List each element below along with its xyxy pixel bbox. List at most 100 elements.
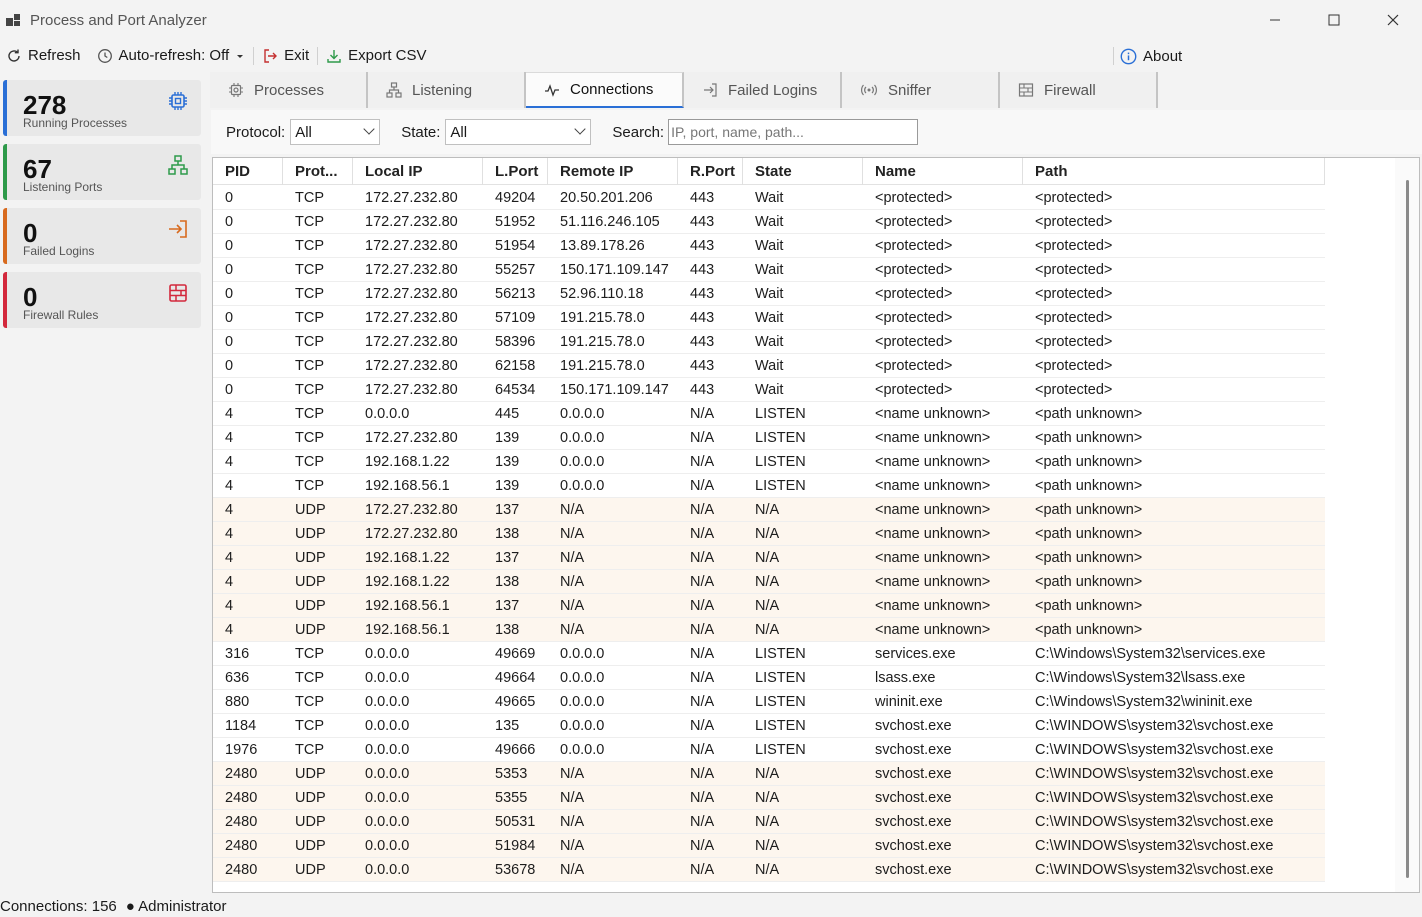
table-cell: 0.0.0.0: [365, 405, 410, 422]
close-button[interactable]: [1363, 0, 1422, 40]
refresh-button[interactable]: Refresh: [0, 42, 87, 70]
minimize-button[interactable]: [1245, 0, 1304, 40]
table-cell: <protected>: [875, 333, 953, 350]
table-cell: N/A: [690, 813, 715, 830]
table-row[interactable]: 2480 UDP 0.0.0.0 5355 N/A N/A N/A svchost.exe C:…: [213, 786, 1325, 810]
table-row[interactable]: 0 TCP 172.27.232.80 51952 51.116.246.105 443 W…: [213, 210, 1325, 234]
search-input[interactable]: [668, 119, 919, 145]
auto-refresh-dropdown[interactable]: Auto-refresh: Off: [91, 42, 252, 70]
table-row[interactable]: 4 TCP 192.168.56.1 139 0.0.0.0 N/A LISTEN <name…: [213, 474, 1325, 498]
protocol-select[interactable]: All: [290, 119, 381, 145]
table-cell: N/A: [690, 837, 715, 854]
export-csv-button[interactable]: Export CSV: [320, 42, 432, 70]
table-row[interactable]: 2480 UDP 0.0.0.0 53678 N/A N/A N/A svchost.exe C…: [213, 858, 1325, 882]
tab-sniffer[interactable]: Sniffer: [842, 72, 1000, 108]
table-cell: 172.27.232.80: [365, 357, 458, 374]
table-cell: 49204: [495, 189, 536, 206]
tab-firewall[interactable]: Firewall: [1000, 72, 1158, 108]
table-cell: N/A: [690, 645, 715, 662]
table-cell: 443: [690, 309, 715, 326]
column-header[interactable]: Name: [863, 158, 1023, 185]
column-header[interactable]: State: [743, 158, 863, 185]
table-cell: 0: [225, 333, 234, 350]
table-row[interactable]: 0 TCP 172.27.232.80 57109 191.215.78.0 443 Wai…: [213, 306, 1325, 330]
table-cell: LISTEN: [755, 405, 806, 422]
table-cell: C:\WINDOWS\system32\svchost.exe: [1035, 789, 1274, 806]
chevron-down-icon: [574, 123, 587, 135]
table-row[interactable]: 4 UDP 192.168.56.1 137 N/A N/A N/A <name unknow…: [213, 594, 1325, 618]
table-row[interactable]: 0 TCP 172.27.232.80 55257 150.171.109.147 443…: [213, 258, 1325, 282]
tab-processes[interactable]: Processes: [210, 72, 368, 108]
column-header[interactable]: R.Port: [678, 158, 743, 185]
table-row[interactable]: 1184 TCP 0.0.0.0 135 0.0.0.0 N/A LISTEN svchost…: [213, 714, 1325, 738]
table-cell: TCP: [295, 237, 324, 254]
table-row[interactable]: 316 TCP 0.0.0.0 49669 0.0.0.0 N/A LISTEN servic…: [213, 642, 1325, 666]
table-cell: 49669: [495, 645, 536, 662]
table-row[interactable]: 1976 TCP 0.0.0.0 49666 0.0.0.0 N/A LISTEN svcho…: [213, 738, 1325, 762]
table-cell: 4: [225, 477, 234, 494]
table-row[interactable]: 0 TCP 172.27.232.80 51954 13.89.178.26 443 Wai…: [213, 234, 1325, 258]
table-row[interactable]: 880 TCP 0.0.0.0 49665 0.0.0.0 N/A LISTEN winini…: [213, 690, 1325, 714]
table-row[interactable]: 2480 UDP 0.0.0.0 51984 N/A N/A N/A svchost.exe C…: [213, 834, 1325, 858]
tab-listening[interactable]: Listening: [368, 72, 526, 108]
vertical-scrollbar[interactable]: [1395, 158, 1419, 892]
table-cell: UDP: [295, 573, 326, 590]
table-row[interactable]: 0 TCP 172.27.232.80 64534 150.171.109.147 443…: [213, 378, 1325, 402]
table-cell: 191.215.78.0: [560, 357, 645, 374]
about-button[interactable]: About: [1114, 42, 1188, 70]
table-cell: N/A: [690, 741, 715, 758]
table-row[interactable]: 4 UDP 172.27.232.80 138 N/A N/A N/A <name unkno…: [213, 522, 1325, 546]
table-row[interactable]: 4 TCP 172.27.232.80 139 0.0.0.0 N/A LISTEN <nam…: [213, 426, 1325, 450]
table-cell: 172.27.232.80: [365, 501, 458, 518]
table-row[interactable]: 4 TCP 192.168.1.22 139 0.0.0.0 N/A LISTEN <name…: [213, 450, 1325, 474]
filter-bar: Protocol: All State: All Search:: [211, 110, 1422, 154]
table-cell: 443: [690, 357, 715, 374]
column-header[interactable]: Local IP: [353, 158, 483, 185]
table-cell: 443: [690, 381, 715, 398]
table-cell: N/A: [690, 549, 715, 566]
table-row[interactable]: 636 TCP 0.0.0.0 49664 0.0.0.0 N/A LISTEN lsass.…: [213, 666, 1325, 690]
column-header[interactable]: Path: [1023, 158, 1325, 185]
table-cell: <protected>: [875, 213, 953, 230]
tab-failed-logins[interactable]: Failed Logins: [684, 72, 842, 108]
table-cell: LISTEN: [755, 693, 806, 710]
table-cell: 4: [225, 525, 234, 542]
table-row[interactable]: 2480 UDP 0.0.0.0 50531 N/A N/A N/A svchost.exe C…: [213, 810, 1325, 834]
table-cell: 2480: [225, 837, 258, 854]
table-cell: N/A: [560, 837, 585, 854]
column-header[interactable]: Prot...: [283, 158, 353, 185]
maximize-button[interactable]: [1304, 0, 1363, 40]
table-cell: N/A: [560, 813, 585, 830]
table-cell: 138: [495, 525, 520, 542]
table-cell: UDP: [295, 813, 326, 830]
table-cell: UDP: [295, 597, 326, 614]
column-header[interactable]: PID: [213, 158, 283, 185]
table-row[interactable]: 4 UDP 192.168.1.22 137 N/A N/A N/A <name unknow…: [213, 546, 1325, 570]
table-row[interactable]: 0 TCP 172.27.232.80 56213 52.96.110.18 443 Wai…: [213, 282, 1325, 306]
table-row[interactable]: 4 TCP 0.0.0.0 445 0.0.0.0 N/A LISTEN <name unkn…: [213, 402, 1325, 426]
table-cell: 172.27.232.80: [365, 213, 458, 230]
table-row[interactable]: 0 TCP 172.27.232.80 58396 191.215.78.0 443 Wai…: [213, 330, 1325, 354]
table-cell: 0.0.0.0: [365, 861, 410, 878]
tab-connections[interactable]: Connections: [526, 72, 684, 108]
table-cell: Wait: [755, 333, 784, 350]
table-row[interactable]: 4 UDP 172.27.232.80 137 N/A N/A N/A <name unkno…: [213, 498, 1325, 522]
table-cell: 0.0.0.0: [365, 741, 410, 758]
column-header[interactable]: L.Port: [483, 158, 548, 185]
table-cell: C:\WINDOWS\system32\svchost.exe: [1035, 861, 1274, 878]
table-row[interactable]: 2480 UDP 0.0.0.0 5353 N/A N/A N/A svchost.exe C:…: [213, 762, 1325, 786]
table-cell: LISTEN: [755, 429, 806, 446]
table-cell: 50531: [495, 813, 536, 830]
state-select[interactable]: All: [445, 119, 592, 145]
table-row[interactable]: 4 UDP 192.168.1.22 138 N/A N/A N/A <name unknow…: [213, 570, 1325, 594]
table-cell: 192.168.56.1: [365, 597, 450, 614]
table-cell: Wait: [755, 189, 784, 206]
table-cell: 191.215.78.0: [560, 333, 645, 350]
table-row[interactable]: 0 TCP 172.27.232.80 62158 191.215.78.0 443 Wai…: [213, 354, 1325, 378]
column-header[interactable]: Remote IP: [548, 158, 678, 185]
table-row[interactable]: 4 UDP 192.168.56.1 138 N/A N/A N/A <name unknow…: [213, 618, 1325, 642]
table-row[interactable]: 0 TCP 172.27.232.80 49204 20.50.201.206 443 Wa…: [213, 186, 1325, 210]
scrollbar-thumb[interactable]: [1406, 180, 1409, 878]
exit-button[interactable]: Exit: [256, 42, 315, 70]
export-csv-label: Export CSV: [348, 47, 427, 64]
